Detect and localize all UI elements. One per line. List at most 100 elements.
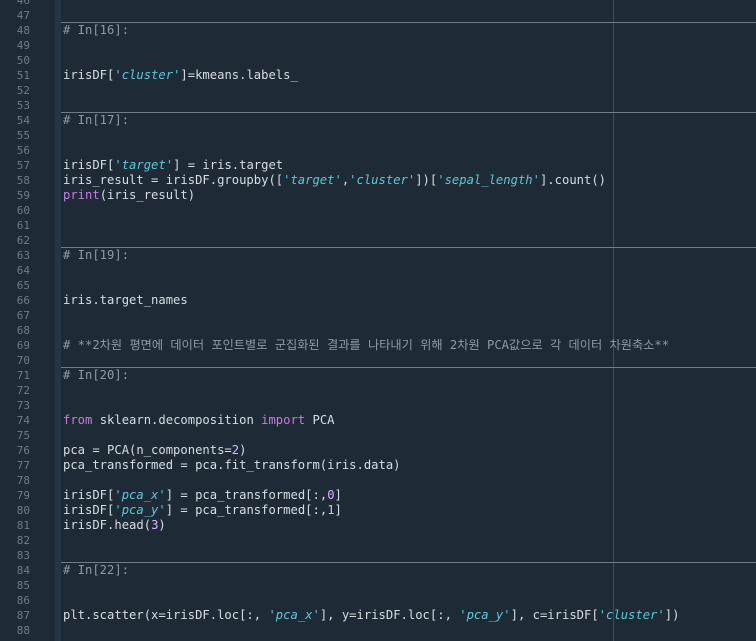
code-line[interactable]: 76 pca = PCA(n_components=2) <box>0 443 756 458</box>
line-number: 52 <box>16 84 30 97</box>
code-line[interactable]: 49 <box>0 38 756 53</box>
code-text[interactable]: irisDF['cluster']=kmeans.labels_ <box>63 68 298 83</box>
code-line[interactable]: 46 <box>0 0 756 8</box>
code-line[interactable]: 70 <box>0 353 756 368</box>
code-line[interactable]: 48 # In[16]: <box>0 23 756 38</box>
line-number: 60 <box>16 204 30 217</box>
line-number: 86 <box>16 594 30 607</box>
code-line[interactable]: 51 irisDF['cluster']=kmeans.labels_ <box>0 68 756 83</box>
code-line[interactable]: 50 <box>0 53 756 68</box>
code-line[interactable]: 69 # **2차원 평면에 데이터 포인트별로 군집화된 결과를 나타내기 위해… <box>0 338 756 353</box>
string-literal: 'target' <box>283 173 342 187</box>
code-line[interactable]: 83 <box>0 548 756 563</box>
code-line[interactable]: 58 iris_result = irisDF.groupby(['target'… <box>0 173 756 188</box>
code-text[interactable]: # In[19]: <box>63 248 129 263</box>
code-line[interactable]: 88 <box>0 623 756 638</box>
code-line[interactable]: 84 # In[22]: <box>0 563 756 578</box>
keyword: import <box>261 413 306 427</box>
code-line[interactable]: 68 <box>0 323 756 338</box>
code-line[interactable]: 85 <box>0 578 756 593</box>
code-line[interactable]: 67 <box>0 308 756 323</box>
line-number: 82 <box>16 534 30 547</box>
code-line[interactable]: 55 <box>0 128 756 143</box>
line-number: 70 <box>16 354 30 367</box>
code-line[interactable]: 79 irisDF['pca_x'] = pca_transformed[:,0] <box>0 488 756 503</box>
code-line[interactable]: 73 <box>0 398 756 413</box>
code-line[interactable]: 57 irisDF['target'] = iris.target <box>0 158 756 173</box>
string-literal: 'pca_x' <box>114 488 166 502</box>
code-line[interactable]: 82 <box>0 533 756 548</box>
code-line[interactable]: 59 print(iris_result) <box>0 188 756 203</box>
code-text[interactable]: irisDF['pca_y'] = pca_transformed[:,1] <box>63 503 342 518</box>
line-number: 51 <box>16 69 30 82</box>
code-line[interactable]: 54 # In[17]: <box>0 113 756 128</box>
code-token: irisDF[ <box>63 68 115 82</box>
code-text[interactable]: # In[17]: <box>63 113 129 128</box>
code-comment: # In[17]: <box>63 113 130 127</box>
string-literal: 'pca_y' <box>459 608 511 622</box>
line-number: 85 <box>16 579 30 592</box>
code-text[interactable]: irisDF.head(3) <box>63 518 166 533</box>
line-number: 55 <box>16 129 30 142</box>
code-line[interactable]: 62 <box>0 233 756 248</box>
code-line[interactable]: 64 <box>0 263 756 278</box>
line-number: 71 <box>16 369 30 382</box>
code-line[interactable]: 72 <box>0 383 756 398</box>
line-number: 68 <box>16 324 30 337</box>
line-number: 65 <box>16 279 30 292</box>
code-line[interactable]: 66 iris.target_names <box>0 293 756 308</box>
code-token: ] <box>334 503 342 517</box>
code-line[interactable]: 80 irisDF['pca_y'] = pca_transformed[:,1] <box>0 503 756 518</box>
code-text[interactable]: pca_transformed = pca.fit_transform(iris… <box>63 458 401 473</box>
code-line[interactable]: 78 <box>0 473 756 488</box>
code-text[interactable]: irisDF['pca_x'] = pca_transformed[:,0] <box>63 488 342 503</box>
string-literal: 'target' <box>114 158 174 172</box>
code-line[interactable]: 71 # In[20]: <box>0 368 756 383</box>
code-token: irisDF.head( <box>63 518 152 532</box>
code-line[interactable]: 75 <box>0 428 756 443</box>
code-line[interactable]: 60 <box>0 203 756 218</box>
code-text[interactable]: # In[20]: <box>63 368 129 383</box>
line-number: 69 <box>16 339 30 352</box>
code-line[interactable]: 52 <box>0 83 756 98</box>
code-token: ], y=irisDF.loc[:, <box>319 608 460 622</box>
line-number: 72 <box>16 384 30 397</box>
code-text[interactable]: pca = PCA(n_components=2) <box>63 443 246 458</box>
code-editor[interactable]: 46 47 48 # In[16]: 49 50 51 irisDF['cluster']=k… <box>0 0 756 641</box>
line-number: 77 <box>16 459 30 472</box>
code-text[interactable]: plt.scatter(x=irisDF.loc[:, 'pca_x'], y=… <box>63 608 679 623</box>
line-number: 58 <box>16 174 30 187</box>
code-line[interactable]: 81 irisDF.head(3) <box>0 518 756 533</box>
code-text[interactable]: # In[22]: <box>63 563 129 578</box>
line-number: 61 <box>16 219 30 232</box>
code-line[interactable]: 63 # In[19]: <box>0 248 756 263</box>
code-text[interactable]: iris_result = irisDF.groupby(['target','… <box>63 173 606 188</box>
line-number: 73 <box>16 399 30 412</box>
code-line[interactable]: 61 <box>0 218 756 233</box>
code-line[interactable]: 86 <box>0 593 756 608</box>
code-text[interactable]: # **2차원 평면에 데이터 포인트별로 군집화된 결과를 나타내기 위해 2… <box>63 338 669 353</box>
string-literal: 'cluster' <box>598 608 665 622</box>
line-number: 54 <box>16 114 30 127</box>
code-token: irisDF[ <box>63 488 115 502</box>
code-line[interactable]: 53 <box>0 98 756 113</box>
code-text[interactable]: from sklearn.decomposition import PCA <box>63 413 335 428</box>
line-number: 81 <box>16 519 30 532</box>
string-literal: 'cluster' <box>349 173 416 187</box>
code-text[interactable]: # In[16]: <box>63 23 129 38</box>
code-comment: # In[16]: <box>63 23 130 37</box>
code-line[interactable]: 77 pca_transformed = pca.fit_transform(ir… <box>0 458 756 473</box>
code-line[interactable]: 74 from sklearn.decomposition import PCA <box>0 413 756 428</box>
code-text[interactable]: iris.target_names <box>63 293 188 308</box>
line-number: 87 <box>16 609 30 622</box>
line-number: 78 <box>16 474 30 487</box>
code-token: sklearn.decomposition <box>92 413 262 427</box>
code-line[interactable]: 56 <box>0 143 756 158</box>
code-text[interactable]: print(iris_result) <box>63 188 195 203</box>
code-line[interactable]: 47 <box>0 8 756 23</box>
code-line[interactable]: 87 plt.scatter(x=irisDF.loc[:, 'pca_x'], … <box>0 608 756 623</box>
line-number: 74 <box>16 414 30 427</box>
code-text[interactable]: irisDF['target'] = iris.target <box>63 158 283 173</box>
code-line[interactable]: 65 <box>0 278 756 293</box>
code-token: ) <box>239 443 247 457</box>
